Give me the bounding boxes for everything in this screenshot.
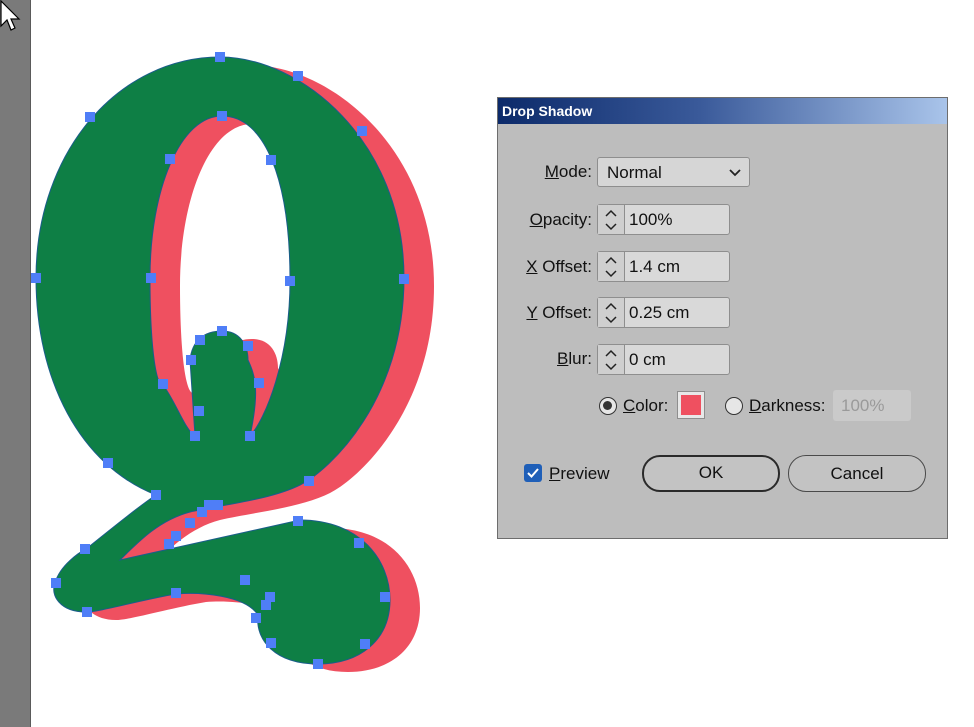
anchor-point[interactable] bbox=[380, 592, 390, 602]
dialog-titlebar[interactable]: Drop Shadow bbox=[498, 98, 947, 124]
anchor-point[interactable] bbox=[103, 458, 113, 468]
anchor-point[interactable] bbox=[215, 52, 225, 62]
darkness-label: Darkness: bbox=[749, 396, 826, 415]
anchor-point[interactable] bbox=[80, 544, 90, 554]
anchor-point[interactable] bbox=[146, 273, 156, 283]
anchor-point[interactable] bbox=[171, 588, 181, 598]
anchor-point[interactable] bbox=[190, 431, 200, 441]
blur-label: Blur: bbox=[557, 349, 592, 368]
anchor-point[interactable] bbox=[285, 276, 295, 286]
drop-shadow-dialog: Drop Shadow Mode: Normal Opacity: 100% X… bbox=[497, 97, 948, 539]
y-offset-field[interactable]: 0.25 cm bbox=[597, 297, 730, 328]
opacity-stepper[interactable] bbox=[598, 205, 625, 234]
anchor-point[interactable] bbox=[266, 155, 276, 165]
color-swatch[interactable] bbox=[677, 391, 705, 419]
darkness-radio[interactable] bbox=[725, 397, 743, 415]
anchor-point[interactable] bbox=[194, 406, 204, 416]
x-offset-field[interactable]: 1.4 cm bbox=[597, 251, 730, 282]
y-offset-stepper[interactable] bbox=[598, 298, 625, 327]
stepper-arrows-icon bbox=[605, 209, 617, 231]
anchor-point[interactable] bbox=[245, 431, 255, 441]
anchor-point[interactable] bbox=[261, 600, 271, 610]
anchor-point[interactable] bbox=[164, 539, 174, 549]
anchor-point[interactable] bbox=[151, 490, 161, 500]
color-label: Color: bbox=[623, 396, 669, 415]
checkmark-icon bbox=[527, 468, 539, 478]
mode-value: Normal bbox=[607, 163, 662, 182]
stepper-arrows-icon bbox=[605, 349, 617, 371]
anchor-point[interactable] bbox=[360, 639, 370, 649]
x-offset-value: 1.4 cm bbox=[629, 257, 681, 276]
anchor-point[interactable] bbox=[31, 273, 41, 283]
anchor-point[interactable] bbox=[293, 71, 303, 81]
arrow-cursor-icon bbox=[0, 0, 21, 31]
x-offset-stepper[interactable] bbox=[598, 252, 625, 281]
preview-checkbox[interactable] bbox=[524, 464, 542, 482]
anchor-point[interactable] bbox=[251, 613, 261, 623]
blur-stepper[interactable] bbox=[598, 345, 625, 374]
opacity-value: 100% bbox=[629, 210, 673, 229]
anchor-point[interactable] bbox=[195, 335, 205, 345]
preview-label: Preview bbox=[549, 464, 610, 483]
y-offset-value: 0.25 cm bbox=[629, 303, 690, 322]
ok-button[interactable]: OK bbox=[642, 455, 780, 492]
anchor-point[interactable] bbox=[243, 341, 253, 351]
letter-q-artwork[interactable] bbox=[0, 0, 480, 727]
anchor-point[interactable] bbox=[254, 378, 264, 388]
anchor-point[interactable] bbox=[313, 659, 323, 669]
blur-field[interactable]: 0 cm bbox=[597, 344, 730, 375]
anchor-point[interactable] bbox=[266, 638, 276, 648]
letter-q-shape[interactable] bbox=[35, 56, 405, 665]
color-swatch-fill bbox=[681, 395, 701, 415]
anchor-point[interactable] bbox=[82, 607, 92, 617]
anchor-point[interactable] bbox=[293, 516, 303, 526]
y-offset-label: Y Offset: bbox=[526, 303, 592, 322]
darkness-value: 100% bbox=[841, 396, 885, 415]
anchor-point[interactable] bbox=[399, 274, 409, 284]
color-radio[interactable] bbox=[599, 397, 617, 415]
anchor-point[interactable] bbox=[213, 500, 223, 510]
anchor-point[interactable] bbox=[240, 575, 250, 585]
anchor-point[interactable] bbox=[158, 379, 168, 389]
anchor-point[interactable] bbox=[186, 355, 196, 365]
anchor-point[interactable] bbox=[217, 326, 227, 336]
x-offset-label: X Offset: bbox=[526, 257, 592, 276]
blur-value: 0 cm bbox=[629, 350, 666, 369]
anchor-point[interactable] bbox=[85, 112, 95, 122]
chevron-down-icon bbox=[729, 169, 741, 177]
cancel-button[interactable]: Cancel bbox=[788, 455, 926, 492]
opacity-label: Opacity: bbox=[529, 210, 592, 229]
dialog-title: Drop Shadow bbox=[502, 103, 593, 119]
stepper-arrows-icon bbox=[605, 302, 617, 324]
anchor-point[interactable] bbox=[354, 538, 364, 548]
anchor-point[interactable] bbox=[357, 126, 367, 136]
darkness-field: 100% bbox=[833, 390, 911, 421]
anchor-point[interactable] bbox=[217, 111, 227, 121]
mode-select[interactable]: Normal bbox=[597, 157, 750, 187]
anchor-point[interactable] bbox=[185, 518, 195, 528]
anchor-point[interactable] bbox=[51, 578, 61, 588]
anchor-point[interactable] bbox=[165, 154, 175, 164]
stepper-arrows-icon bbox=[605, 256, 617, 278]
anchor-point[interactable] bbox=[197, 507, 207, 517]
mode-label: Mode: bbox=[544, 162, 592, 181]
opacity-field[interactable]: 100% bbox=[597, 204, 730, 235]
anchor-point[interactable] bbox=[304, 476, 314, 486]
